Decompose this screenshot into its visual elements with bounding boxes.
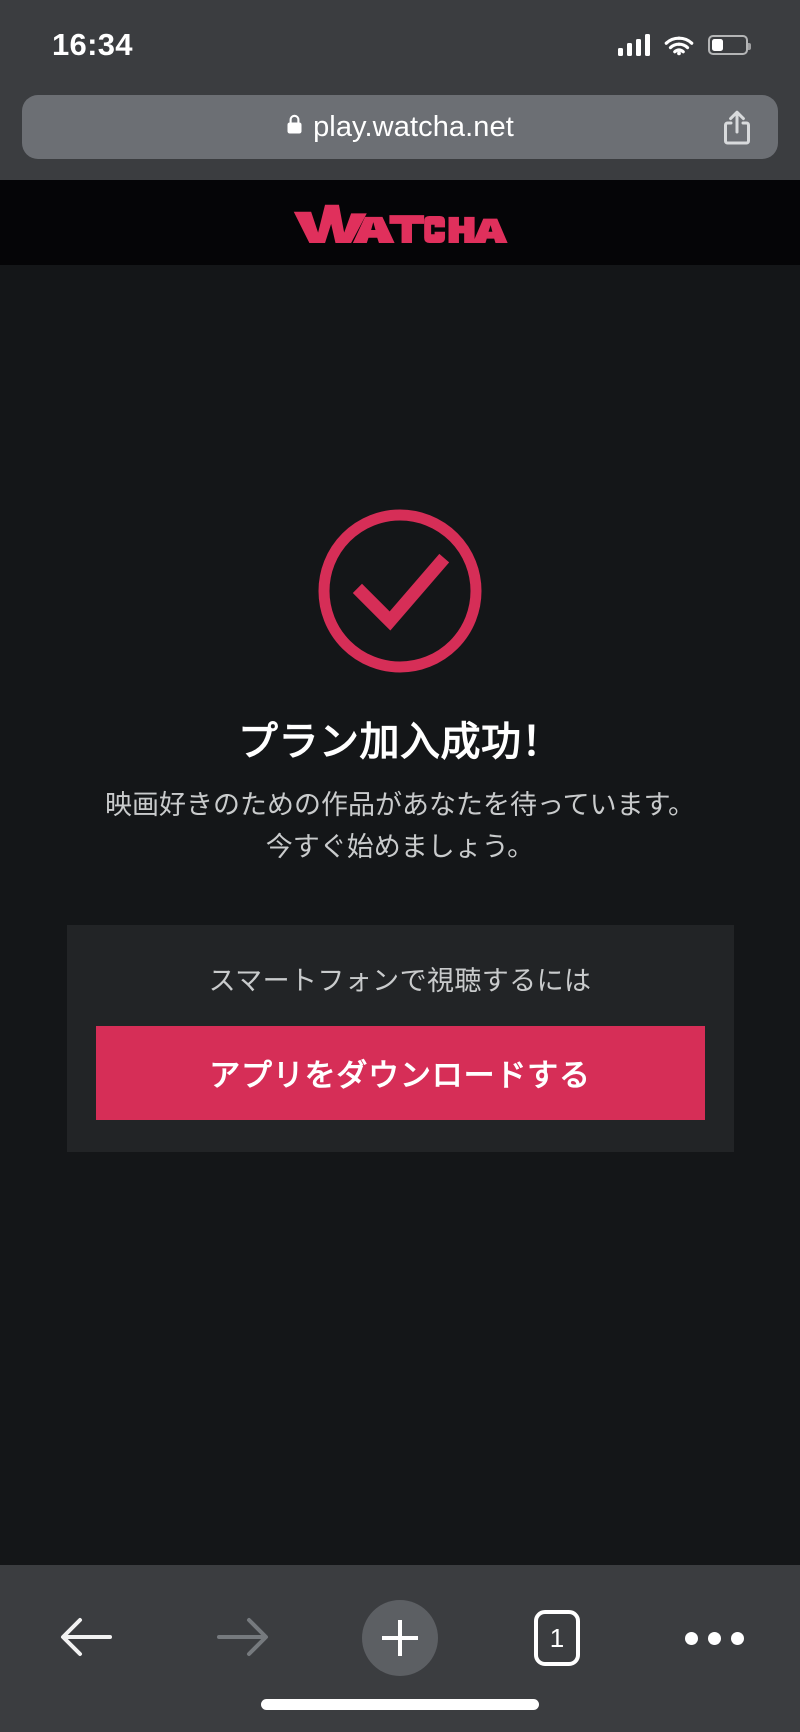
page-title: プラン加入成功！ <box>238 720 562 764</box>
cellular-signal-icon <box>617 34 650 56</box>
site-header <box>0 180 800 265</box>
app-download-card: スマートフォンで視聴するには アプリをダウンロードする <box>66 924 734 1152</box>
more-options-button[interactable] <box>676 1600 752 1676</box>
new-tab-button[interactable] <box>362 1600 438 1676</box>
main-content: プラン加入成功！ 映画好きのための作品があなたを待っています。 今すぐ始めましょ… <box>0 265 800 1565</box>
status-bar-indicators <box>617 34 751 56</box>
battery-icon <box>708 35 751 55</box>
app-download-card-label: スマートフォンで視聴するには <box>208 965 592 996</box>
web-page: プラン加入成功！ 映画好きのための作品があなたを待っています。 今すぐ始めましょ… <box>0 180 800 1565</box>
forward-button[interactable] <box>205 1600 281 1676</box>
wifi-icon <box>664 34 694 56</box>
page-subtitle-line-2: 今すぐ始めましょう。 <box>265 831 535 862</box>
back-button[interactable] <box>48 1600 124 1676</box>
phone-screen: 16:34 play.watcha.net プラン加入成功！ 映画好きのための作… <box>0 0 800 1732</box>
address-bar-content: play.watcha.net <box>42 111 758 144</box>
share-icon[interactable] <box>722 109 752 145</box>
back-arrow-icon <box>58 1614 114 1663</box>
address-bar[interactable]: play.watcha.net <box>22 95 778 159</box>
home-indicator <box>261 1699 539 1710</box>
forward-arrow-icon <box>215 1614 271 1663</box>
tabs-button[interactable]: 1 <box>519 1600 595 1676</box>
browser-top-chrome: 16:34 play.watcha.net <box>0 0 800 180</box>
plus-icon <box>362 1600 438 1676</box>
lock-icon <box>286 114 303 140</box>
page-subtitle: 映画好きのための作品があなたを待っています。 今すぐ始めましょう。 <box>105 785 695 869</box>
more-icon <box>684 1631 744 1645</box>
watcha-logo[interactable] <box>292 203 508 243</box>
download-app-button[interactable]: アプリをダウンロードする <box>95 1025 705 1120</box>
tab-count-badge: 1 <box>534 1610 580 1666</box>
check-circle-icon <box>314 505 486 677</box>
page-subtitle-line-1: 映画好きのための作品があなたを待っています。 <box>105 790 695 820</box>
status-bar-clock: 16:34 <box>52 27 133 62</box>
address-bar-url: play.watcha.net <box>313 110 514 143</box>
browser-bottom-toolbar: 1 <box>0 1565 800 1732</box>
status-bar: 16:34 <box>0 0 800 82</box>
